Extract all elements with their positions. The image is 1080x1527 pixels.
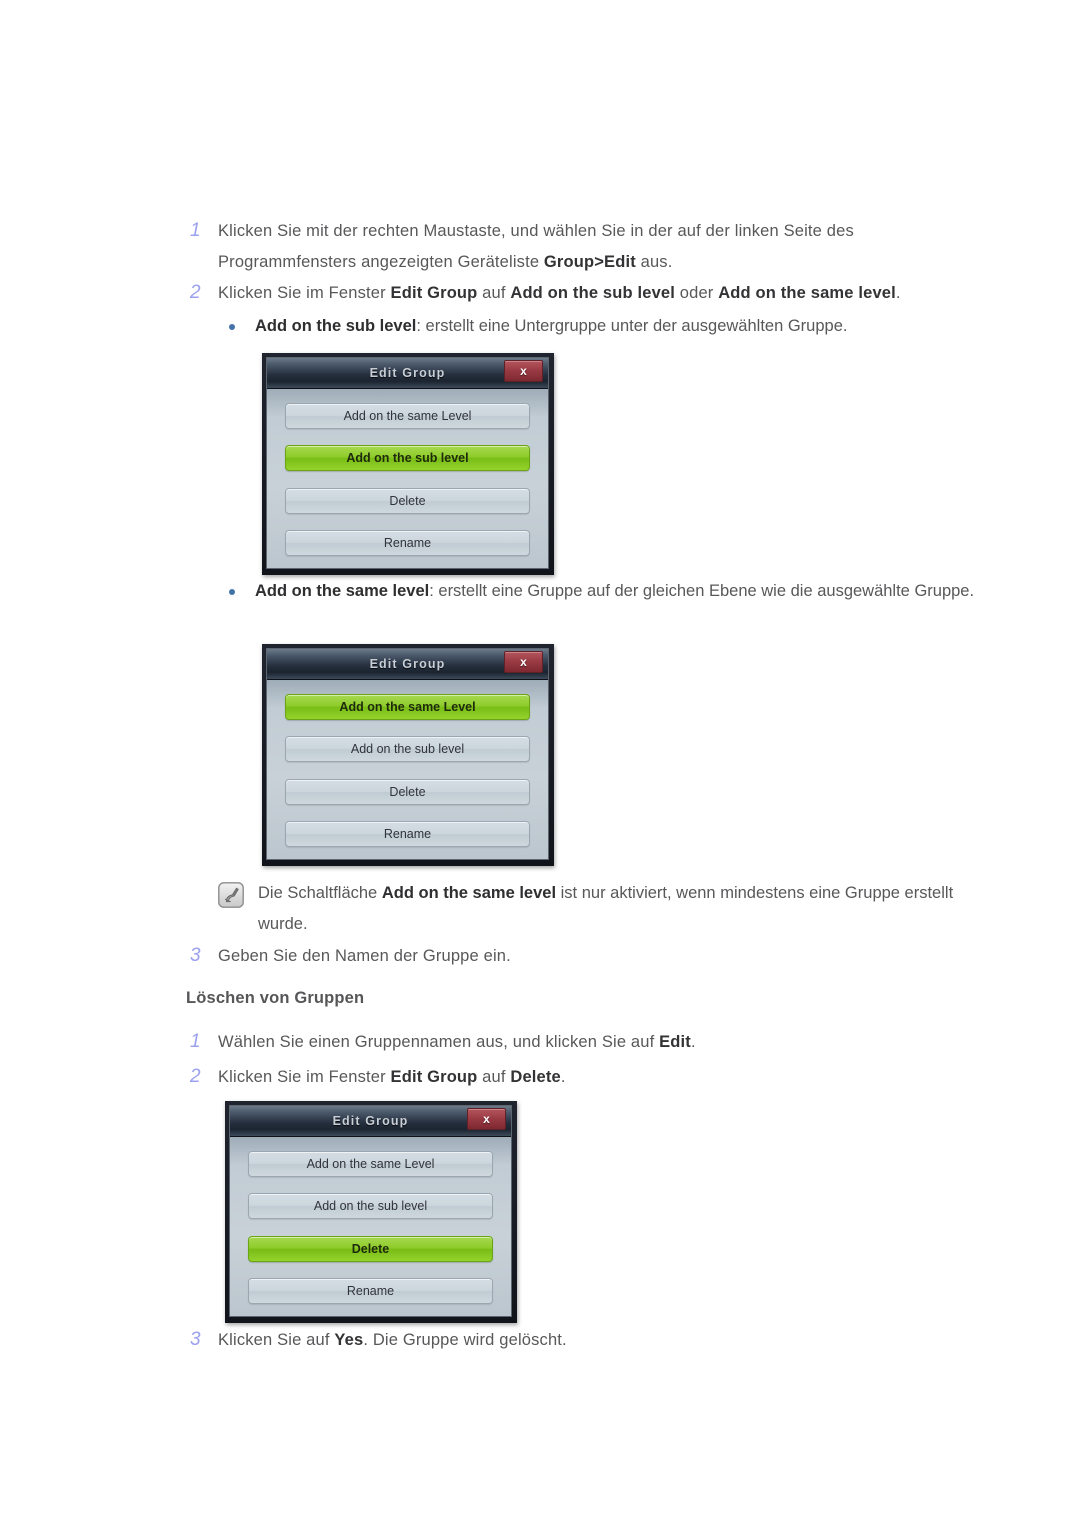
edit-group-dialog-same-level[interactable]: Edit Group x Add on the same Level Add o…	[262, 644, 554, 866]
bullet-dot-icon	[221, 311, 255, 342]
page-section-heading: Löschen von Gruppen	[186, 989, 365, 1007]
step-number: 3	[190, 1329, 201, 1350]
step-item: 1 Klicken Sie mit der rechten Maustaste,…	[186, 216, 946, 278]
dialog-titlebar: Edit Group x	[230, 1106, 511, 1137]
bullet-text: Add on the sub level: erstellt eine Unte…	[255, 317, 848, 335]
dialog-title: Edit Group	[332, 1114, 409, 1128]
edit-group-dialog-delete[interactable]: Edit Group x Add on the same Level Add o…	[225, 1101, 517, 1323]
step-number: 3	[190, 945, 201, 966]
step-text: Wählen Sie einen Gruppennamen aus, und k…	[218, 1033, 696, 1051]
step-item: 2 Klicken Sie im Fenster Edit Group auf …	[186, 278, 1016, 309]
close-icon-glyph: x	[520, 364, 527, 378]
add-on-sub-level-button[interactable]: Add on the sub level	[285, 736, 530, 763]
add-on-sub-level-button[interactable]: Add on the sub level	[285, 445, 530, 472]
rename-button[interactable]: Rename	[285, 529, 530, 556]
dialog-titlebar: Edit Group x	[267, 358, 548, 389]
note-text: Die Schaltfläche Add on the same level i…	[258, 884, 954, 933]
dialog-body: Add on the same Level Add on the sub lev…	[230, 1137, 511, 1316]
close-icon[interactable]: x	[467, 1108, 506, 1130]
close-icon[interactable]: x	[504, 360, 543, 382]
step-number: 1	[190, 1031, 201, 1052]
rename-button[interactable]: Rename	[285, 820, 530, 847]
rename-button[interactable]: Rename	[248, 1277, 493, 1304]
document-page: 1 Klicken Sie mit der rechten Maustaste,…	[0, 0, 1080, 1527]
note-pencil-icon	[218, 878, 258, 913]
dialog-frame: Edit Group x Add on the same Level Add o…	[229, 1105, 512, 1317]
dialog-titlebar: Edit Group x	[267, 649, 548, 680]
step-text: Klicken Sie im Fenster Edit Group auf De…	[218, 1068, 566, 1086]
dialog-title: Edit Group	[369, 657, 446, 671]
step-item: 3 Geben Sie den Namen der Gruppe ein.	[186, 941, 886, 972]
add-on-same-level-button[interactable]: Add on the same Level	[248, 1151, 493, 1177]
dialog-frame: Edit Group x Add on the same Level Add o…	[266, 648, 549, 860]
add-on-same-level-button[interactable]: Add on the same Level	[285, 694, 530, 720]
dialog-title: Edit Group	[369, 366, 446, 380]
dialog-body: Add on the same Level Add on the sub lev…	[267, 389, 548, 568]
delete-button[interactable]: Delete	[248, 1235, 493, 1262]
bullet-text: Add on the same level: erstellt eine Gru…	[255, 582, 975, 600]
step-text: Klicken Sie auf Yes. Die Gruppe wird gel…	[218, 1331, 567, 1349]
step-item: 3 Klicken Sie auf Yes. Die Gruppe wird g…	[186, 1325, 886, 1356]
step-item: 2 Klicken Sie im Fenster Edit Group auf …	[186, 1062, 946, 1093]
note-block: Die Schaltfläche Add on the same level i…	[218, 878, 1018, 940]
close-icon-glyph: x	[483, 1112, 490, 1126]
step-text: Geben Sie den Namen der Gruppe ein.	[218, 947, 511, 965]
add-on-sub-level-button[interactable]: Add on the sub level	[248, 1193, 493, 1220]
bullet-item-sub-level: Add on the sub level: erstellt eine Unte…	[221, 311, 1011, 342]
close-icon[interactable]: x	[504, 651, 543, 673]
delete-button[interactable]: Delete	[285, 778, 530, 805]
edit-group-dialog-sub-level[interactable]: Edit Group x Add on the same Level Add o…	[262, 353, 554, 575]
dialog-frame: Edit Group x Add on the same Level Add o…	[266, 357, 549, 569]
step-text: Klicken Sie im Fenster Edit Group auf Ad…	[218, 284, 901, 302]
step-number: 2	[190, 282, 201, 303]
step-number: 1	[190, 220, 201, 241]
bullet-dot-icon	[221, 576, 255, 607]
close-icon-glyph: x	[520, 655, 527, 669]
bullet-item-same-level: Add on the same level: erstellt eine Gru…	[221, 576, 991, 607]
step-number: 2	[190, 1066, 201, 1087]
step-item: 1 Wählen Sie einen Gruppennamen aus, und…	[186, 1027, 946, 1058]
delete-button[interactable]: Delete	[285, 487, 530, 514]
step-text: Klicken Sie mit der rechten Maustaste, u…	[218, 222, 854, 271]
dialog-body: Add on the same Level Add on the sub lev…	[267, 680, 548, 859]
add-on-same-level-button[interactable]: Add on the same Level	[285, 403, 530, 429]
